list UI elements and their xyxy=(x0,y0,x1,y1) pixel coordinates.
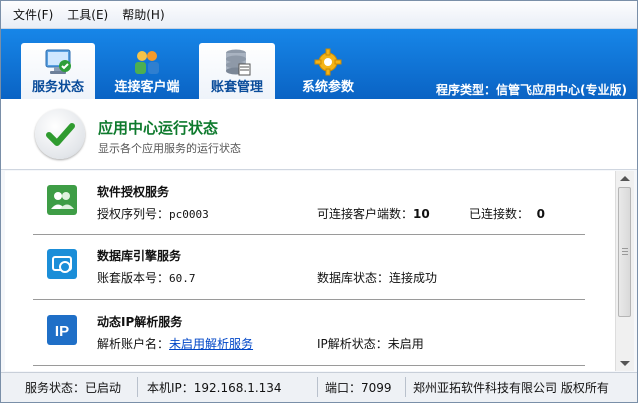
status-ok-badge xyxy=(35,109,85,159)
scroll-up-arrow[interactable] xyxy=(620,176,630,181)
scroll-down-arrow[interactable] xyxy=(620,361,630,366)
vertical-scrollbar[interactable] xyxy=(615,171,634,371)
ip-resolve-status: IP解析状态：未启用 xyxy=(317,337,424,351)
local-ip: 本机IP：192.168.1.134 xyxy=(147,381,282,395)
database-status: 数据库状态：连接成功 xyxy=(317,271,438,285)
divider xyxy=(33,299,585,300)
copyright: 郑州亚拓软件科技有限公司 版权所有 xyxy=(413,381,609,395)
divider xyxy=(33,365,585,366)
tab-clients[interactable]: 连接客户端 xyxy=(105,43,189,99)
database-icon xyxy=(226,49,251,76)
enable-resolve-link[interactable]: 未启用解析服务 xyxy=(169,337,253,351)
app-window: 文件(F) 工具(E) 帮助(H) 服务状态 连接客户端 账套管理 系统参数 程… xyxy=(0,0,638,403)
svg-text:IP: IP xyxy=(55,323,69,340)
program-type-label: 程序类型：信管飞应用中心(专业版) xyxy=(436,83,627,97)
service-title: 软件授权服务 xyxy=(97,185,170,199)
scroll-thumb[interactable] xyxy=(618,187,631,317)
tab-label: 连接客户端 xyxy=(114,80,180,95)
service-dynamic-ip: IP 动态IP解析服务 解析账户名：未启用解析服务 IP解析状态：未启用 xyxy=(5,301,585,365)
page-subtitle: 显示各个应用服务的运行状态 xyxy=(98,142,241,155)
monitor-check-icon xyxy=(45,49,71,74)
users-icon xyxy=(47,185,77,215)
tab-account-sets[interactable]: 账套管理 xyxy=(199,43,275,99)
service-title: 数据库引擎服务 xyxy=(97,249,182,263)
menu-help[interactable]: 帮助(H) xyxy=(122,6,164,23)
port: 端口：7099 xyxy=(325,381,392,395)
client-limit: 可连接客户端数：10 xyxy=(317,207,430,221)
service-status: 服务状态：已启动 xyxy=(25,381,122,395)
connected-count: 已连接数： 0 xyxy=(469,207,546,221)
menu-bar: 文件(F) 工具(E) 帮助(H) xyxy=(1,1,637,29)
ip-icon: IP xyxy=(47,315,77,345)
services-panel: 软件授权服务 授权序列号：pc0003 可连接客户端数：10 已连接数： 0 数… xyxy=(5,171,615,371)
gear-icon xyxy=(314,48,342,76)
status-bar: 服务状态：已启动 本机IP：192.168.1.134 端口：7099 郑州亚拓… xyxy=(1,372,637,402)
tab-system-params[interactable]: 系统参数 xyxy=(291,43,365,99)
service-title: 动态IP解析服务 xyxy=(97,315,183,329)
users-icon xyxy=(135,51,159,74)
main-toolbar: 服务状态 连接客户端 账套管理 系统参数 程序类型：信管飞应用中心(专业版) xyxy=(1,29,637,99)
tab-service-status[interactable]: 服务状态 xyxy=(21,43,95,99)
check-icon xyxy=(46,123,75,146)
tab-label: 账套管理 xyxy=(210,80,263,95)
resolve-account: 解析账户名：未启用解析服务 xyxy=(97,337,254,351)
status-header: 应用中心运行状态 显示各个应用服务的运行状态 xyxy=(1,99,637,170)
menu-file[interactable]: 文件(F) xyxy=(13,6,53,23)
tab-label: 系统参数 xyxy=(301,80,354,95)
service-license: 软件授权服务 授权序列号：pc0003 可连接客户端数：10 已连接数： 0 xyxy=(5,171,585,235)
menu-tools[interactable]: 工具(E) xyxy=(67,6,108,23)
tab-label: 服务状态 xyxy=(31,80,84,95)
database-engine-icon xyxy=(47,249,77,279)
page-title: 应用中心运行状态 xyxy=(98,119,219,137)
service-database: 数据库引擎服务 账套版本号：60.7 数据库状态：连接成功 xyxy=(5,235,585,299)
license-serial: 授权序列号：pc0003 xyxy=(97,207,209,221)
account-version: 账套版本号：60.7 xyxy=(97,271,196,285)
